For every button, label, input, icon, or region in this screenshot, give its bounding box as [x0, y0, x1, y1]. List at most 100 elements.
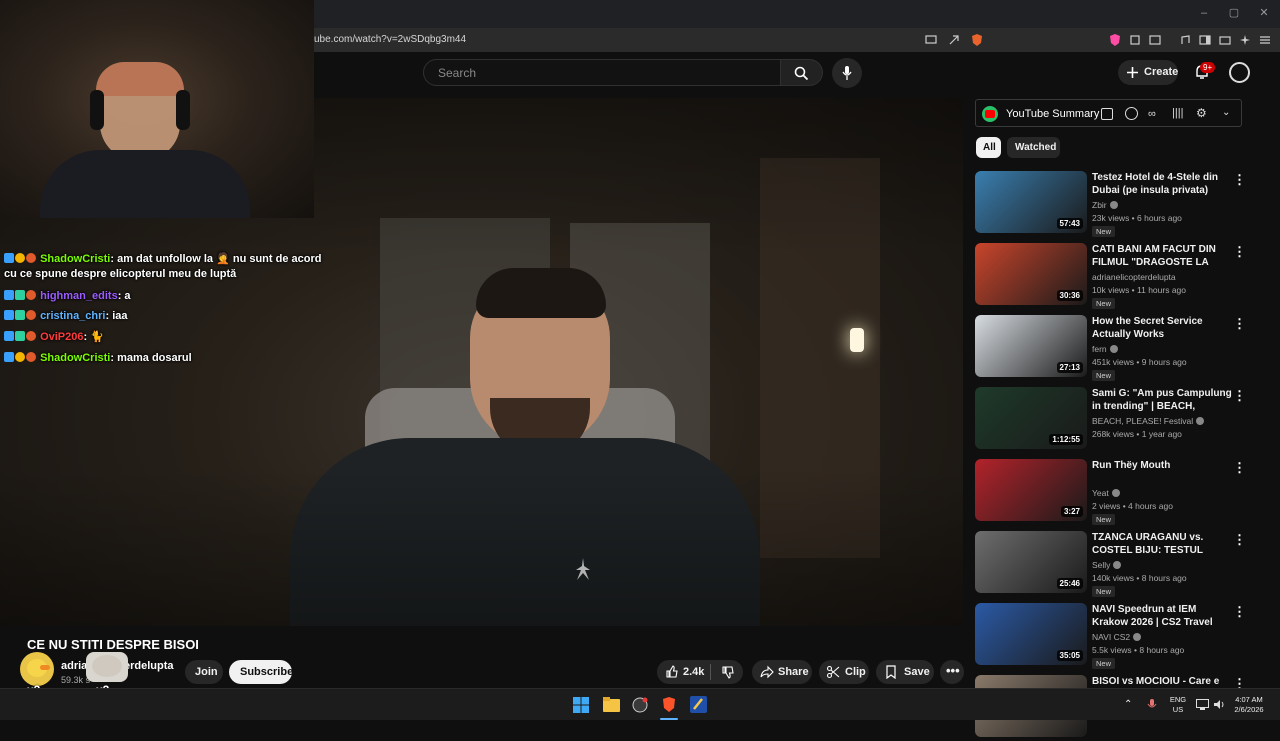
leo-ai-icon[interactable] — [1238, 33, 1252, 47]
language-indicator[interactable]: ENG US — [1168, 695, 1188, 715]
tray-mic-icon[interactable] — [1147, 698, 1157, 711]
chat-text: 🐈 — [90, 331, 104, 343]
recommendation-channel[interactable]: Selly — [1092, 560, 1122, 570]
obs-icon[interactable] — [632, 697, 648, 713]
share-page-icon[interactable] — [947, 33, 961, 47]
audio-wave-icon[interactable]: |||| — [1172, 107, 1183, 119]
cast-icon[interactable] — [924, 33, 938, 47]
search-icon — [794, 66, 809, 81]
recommendation-title[interactable]: Testez Hotel de 4-Stele din Dubai (pe in… — [1092, 171, 1232, 197]
extension-shield-icon[interactable] — [1108, 33, 1122, 47]
video-thumbnail[interactable]: 57:43 — [975, 171, 1087, 233]
more-vertical-icon[interactable]: ⋮ — [1233, 317, 1246, 331]
menu-icon[interactable] — [1258, 33, 1272, 47]
chat-message: highman_edits: a — [4, 289, 131, 304]
tray-overflow-chevron-icon[interactable]: ⌃ — [1124, 700, 1132, 710]
recommendation-channel[interactable]: Yeat — [1092, 488, 1120, 498]
recommendation-item[interactable]: 25:46 TZANCA URAGANU vs. COSTEL BIJU: TES… — [975, 531, 1265, 597]
save-button[interactable]: Save — [876, 660, 934, 684]
chat-text: a — [124, 290, 131, 302]
voice-search-button[interactable] — [832, 58, 862, 88]
youtube-summary-panel[interactable]: YouTube Summary ∞ |||| ⚙ ⌄ — [975, 99, 1242, 127]
app-icon[interactable] — [690, 696, 707, 713]
glasses-icon[interactable]: ∞ — [1148, 108, 1156, 120]
maximize-icon[interactable]: ▢ — [1228, 7, 1240, 19]
recommendation-title[interactable]: CATI BANI AM FACUT DIN FILMUL "DRAGOSTE … — [1092, 243, 1232, 269]
create-button[interactable]: Create — [1118, 60, 1178, 85]
close-icon[interactable]: ✕ — [1258, 7, 1270, 19]
chat-username[interactable]: OviP206 — [40, 331, 83, 343]
video-thumbnail[interactable]: 27:13 — [975, 315, 1087, 377]
file-explorer-icon[interactable] — [603, 697, 620, 712]
chat-username[interactable]: ShadowCristi — [40, 352, 110, 364]
recommendation-title[interactable]: Sami G: "Am pus Campulung in trending" |… — [1092, 387, 1232, 413]
recommendation-title[interactable]: TZANCA URAGANU vs. COSTEL BIJU: TESTUL P… — [1092, 531, 1232, 557]
video-thumbnail[interactable]: 25:46 — [975, 531, 1087, 593]
video-duration: 27:13 — [1056, 362, 1083, 373]
recommendation-title[interactable]: Run Thëy Mouth — [1092, 459, 1232, 472]
recommendation-item[interactable]: 35:05 NAVI Speedrun at IEM Krakow 2026 | … — [975, 603, 1265, 669]
video-thumbnail[interactable]: 3:27 — [975, 459, 1087, 521]
recommendation-title[interactable]: How the Secret Service Actually Works — [1092, 315, 1232, 341]
recommendation-channel[interactable]: Zbir — [1092, 200, 1118, 210]
recommendation-title[interactable]: NAVI Speedrun at IEM Krakow 2026 | CS2 T… — [1092, 603, 1232, 629]
video-thumbnail[interactable]: 30:36 — [975, 243, 1087, 305]
more-vertical-icon[interactable]: ⋮ — [1233, 533, 1246, 547]
url-text[interactable]: ube.com/watch?v=2wSDqbg3m44 — [314, 34, 466, 45]
share-button[interactable]: Share — [752, 660, 812, 684]
bookmark-icon — [886, 665, 896, 679]
like-button[interactable]: 2.4k — [657, 660, 709, 684]
more-vertical-icon[interactable]: ⋮ — [1233, 461, 1246, 475]
settings-gear-icon[interactable]: ⚙ — [1196, 106, 1207, 120]
network-icon[interactable] — [1196, 699, 1209, 710]
chat-username[interactable]: highman_edits — [40, 290, 118, 302]
recommendation-channel[interactable]: fern — [1092, 344, 1118, 354]
wallet-icon[interactable] — [1148, 33, 1162, 47]
chatgpt-icon[interactable] — [1125, 107, 1138, 120]
volume-icon[interactable] — [1213, 699, 1225, 710]
more-vertical-icon[interactable]: ⋮ — [1233, 605, 1246, 619]
chip-all[interactable]: All — [976, 137, 1001, 158]
notifications-badge: 9+ — [1200, 62, 1216, 73]
clip-button[interactable]: Clip — [819, 660, 869, 684]
search-button[interactable] — [781, 59, 823, 86]
extensions-icon[interactable] — [1128, 33, 1142, 47]
recommendation-item[interactable]: 3:27 Run Thëy Mouth Yeat 2 views • 4 hours … — [975, 459, 1265, 525]
dislike-button[interactable] — [713, 660, 743, 684]
more-actions-button[interactable]: ••• — [940, 660, 964, 684]
brave-shield-icon[interactable] — [970, 33, 984, 47]
wallet-alt-icon[interactable] — [1218, 33, 1232, 47]
webcam-overlay — [0, 0, 314, 218]
clock[interactable]: 4:07 AM 2/6/2026 — [1231, 695, 1267, 715]
more-vertical-icon[interactable]: ⋮ — [1233, 389, 1246, 403]
subscribe-button[interactable]: Subscribe — [229, 660, 293, 684]
video-thumbnail[interactable]: 35:05 — [975, 603, 1087, 665]
recommendation-item[interactable]: 27:13 How the Secret Service Actually Wor… — [975, 315, 1265, 381]
recommendation-item[interactable]: 1:12:55 Sami G: "Am pus Campulung in tren… — [975, 387, 1265, 453]
more-vertical-icon[interactable]: ⋮ — [1233, 245, 1246, 259]
windows-start-icon[interactable] — [573, 697, 589, 713]
chat-username[interactable]: cristina_chri — [40, 310, 105, 322]
recommendation-item[interactable]: 30:36 CATI BANI AM FACUT DIN FILMUL "DRAG… — [975, 243, 1265, 309]
search-input[interactable] — [424, 60, 780, 86]
sidebar-toggle-icon[interactable] — [1198, 33, 1212, 47]
recommendation-item[interactable]: 57:43 Testez Hotel de 4-Stele din Dubai (… — [975, 171, 1265, 237]
recommendation-meta: 451k views • 9 hours ago — [1092, 357, 1187, 367]
brave-browser-icon[interactable] — [661, 696, 677, 713]
recommendation-channel[interactable]: BEACH, PLEASE! Festival — [1092, 416, 1205, 426]
chip-watched[interactable]: Watched — [1007, 137, 1060, 158]
chevron-down-icon[interactable]: ⌄ — [1222, 107, 1230, 118]
video-duration: 3:27 — [1060, 506, 1083, 517]
join-button[interactable]: Join — [185, 660, 223, 684]
chat-username[interactable]: ShadowCristi — [40, 253, 110, 265]
transcript-icon[interactable] — [1101, 108, 1113, 120]
account-avatar[interactable] — [1229, 62, 1250, 83]
minimize-icon[interactable]: – — [1198, 7, 1210, 19]
sword-badge-icon — [4, 352, 14, 362]
search-box[interactable] — [423, 59, 781, 86]
more-vertical-icon[interactable]: ⋮ — [1233, 173, 1246, 187]
video-thumbnail[interactable]: 1:12:55 — [975, 387, 1087, 449]
media-icon[interactable] — [1178, 33, 1192, 47]
recommendation-channel[interactable]: NAVI CS2 — [1092, 632, 1142, 642]
recommendation-channel[interactable]: adrianelicopterdelupta — [1092, 272, 1176, 282]
